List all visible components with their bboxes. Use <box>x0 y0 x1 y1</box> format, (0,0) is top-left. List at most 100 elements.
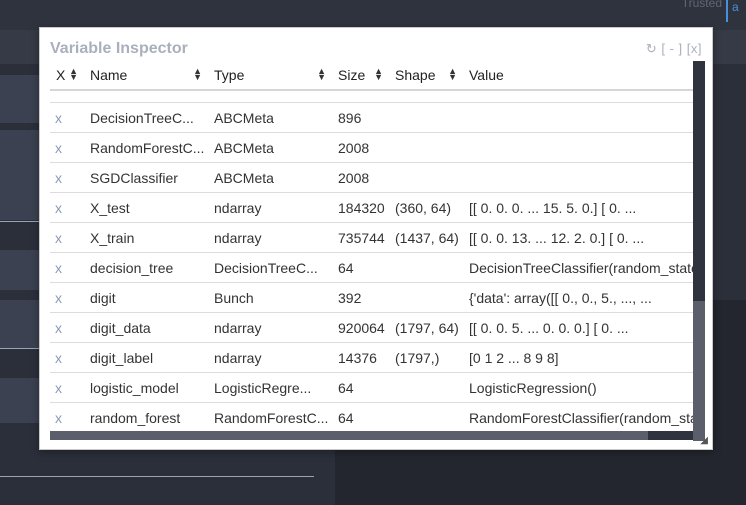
variable-value-cell: [0 1 2 ... 8 9 8] <box>463 342 693 373</box>
variable-name-cell: DecisionTreeC... <box>84 102 208 133</box>
vertical-scrollbar[interactable] <box>693 61 705 441</box>
delete-variable-button[interactable]: x <box>50 192 84 223</box>
delete-variable-button[interactable]: x <box>50 252 84 283</box>
table-row: x SGDClassifier ABCMeta 2008 <box>50 162 693 193</box>
variable-size-cell: 64 <box>332 372 389 403</box>
variable-value-cell: [[ 0. 0. 5. ... 0. 0. 0.] [ 0. ... <box>463 312 693 343</box>
variable-name-cell: RandomForestC... <box>84 132 208 163</box>
variable-type-cell: LogisticRegre... <box>208 372 332 403</box>
notebook-cell[interactable] <box>0 130 40 220</box>
delete-variable-button[interactable]: x <box>50 162 84 193</box>
sort-icon: ▲ ▼ <box>69 66 78 82</box>
variable-type-cell: ndarray <box>208 312 332 343</box>
variable-name-cell: digit <box>84 282 208 313</box>
variable-size-cell: 64 <box>332 402 389 431</box>
sort-icon: ▲ ▼ <box>193 66 202 82</box>
delete-variable-button[interactable]: x <box>50 312 84 343</box>
notebook-cell[interactable] <box>0 378 40 423</box>
variable-table-container[interactable]: X ▲ ▼ Name ▲ ▼ Type ▲ ▼ Size ▲ ▼ Shape ▲ ▼ Value x… <box>50 61 693 431</box>
notebook-cell[interactable] <box>0 250 40 290</box>
variable-value-cell: LogisticRegression() <box>463 372 693 403</box>
column-header-shape[interactable]: Shape ▲ ▼ <box>389 61 463 91</box>
table-row: x X_test ndarray 184320 (360, 64)[[ 0. 0. 0.… <box>50 192 693 223</box>
variable-type-cell: ABCMeta <box>208 132 332 163</box>
variable-size-cell: 2008 <box>332 162 389 193</box>
refresh-icon[interactable]: ↻ <box>646 41 657 56</box>
cell-divider <box>0 348 40 349</box>
table-row: x logistic_model LogisticRegre... 64 Logisti… <box>50 372 693 403</box>
close-button[interactable]: [x] <box>687 41 702 56</box>
delete-variable-button[interactable]: x <box>50 102 84 133</box>
column-header-name[interactable]: Name ▲ ▼ <box>84 61 208 91</box>
variable-shape-cell <box>389 132 463 163</box>
variable-value-cell: DecisionTreeClassifier(random_state <box>463 252 693 283</box>
variable-shape-cell <box>389 372 463 403</box>
table-row: x RandomForestC... ABCMeta 2008 <box>50 132 693 163</box>
variable-name-cell: digit_data <box>84 312 208 343</box>
vertical-scrollbar-thumb[interactable] <box>693 61 705 301</box>
variable-type-cell: ABCMeta <box>208 162 332 193</box>
sort-icon: ▲ ▼ <box>448 66 457 82</box>
delete-variable-button[interactable]: x <box>50 342 84 373</box>
delete-variable-button[interactable]: x <box>50 132 84 163</box>
minimize-button[interactable]: [ - ] <box>661 41 682 56</box>
variable-name-cell: X_test <box>84 192 208 223</box>
variable-type-cell: ABCMeta <box>208 102 332 133</box>
horizontal-scrollbar[interactable] <box>50 431 693 440</box>
cell-divider <box>0 476 314 477</box>
variable-name-cell: logistic_model <box>84 372 208 403</box>
trusted-indicator[interactable]: Trusted <box>682 0 722 10</box>
column-header-x[interactable]: X ▲ ▼ <box>50 61 84 91</box>
variable-size-cell: 2008 <box>332 132 389 163</box>
variable-size-cell: 184320 <box>332 192 389 223</box>
table-row: x random_forest RandomForestC... 64 RandomFo… <box>50 402 693 431</box>
kernel-indicator[interactable]: a <box>726 0 746 22</box>
table-row: x digit Bunch 392 {'data': array([[ 0., 0., … <box>50 282 693 313</box>
variable-type-cell: ndarray <box>208 342 332 373</box>
delete-variable-button[interactable]: x <box>50 282 84 313</box>
column-header-type[interactable]: Type ▲ ▼ <box>208 61 332 91</box>
variable-shape-cell <box>389 282 463 313</box>
variable-shape-cell: (1797,) <box>389 342 463 373</box>
variable-size-cell: 392 <box>332 282 389 313</box>
variable-size-cell: 896 <box>332 102 389 133</box>
delete-variable-button[interactable]: x <box>50 402 84 431</box>
variable-name-cell: X_train <box>84 222 208 253</box>
notebook-header: Trusted a <box>0 0 746 30</box>
variable-shape-cell: (1437, 64) <box>389 222 463 253</box>
resize-handle-icon[interactable]: ◢ <box>700 435 708 446</box>
delete-variable-button[interactable]: x <box>50 222 84 253</box>
inspector-controls: ↻ [ - ] [x] <box>646 41 702 57</box>
variable-size-cell: 14376 <box>332 342 389 373</box>
table-row: x decision_tree DecisionTreeC... 64 Decision… <box>50 252 693 283</box>
variable-name-cell: SGDClassifier <box>84 162 208 193</box>
table-row: x digit_data ndarray 920064 (1797, 64)[[ 0. … <box>50 312 693 343</box>
delete-variable-button[interactable]: x <box>50 372 84 403</box>
variable-type-cell: RandomForestC... <box>208 402 332 431</box>
variable-value-cell: [[ 0. 0. 0. ... 15. 5. 0.] [ 0. ... <box>463 192 693 223</box>
variable-table: X ▲ ▼ Name ▲ ▼ Type ▲ ▼ Size ▲ ▼ Shape ▲ ▼ Value x… <box>50 61 693 431</box>
variable-value-cell <box>463 162 693 193</box>
variable-value-cell <box>463 102 693 133</box>
inspector-title: Variable Inspector <box>50 40 188 57</box>
column-header-size[interactable]: Size ▲ ▼ <box>332 61 389 91</box>
variable-shape-cell <box>389 102 463 133</box>
sort-icon: ▲ ▼ <box>374 66 383 82</box>
horizontal-scrollbar-thumb[interactable] <box>50 431 648 440</box>
notebook-cell[interactable] <box>0 300 40 348</box>
notebook-cell[interactable] <box>0 75 40 123</box>
variable-size-cell: 735744 <box>332 222 389 253</box>
table-row: x DecisionTreeC... ABCMeta 896 <box>50 102 693 133</box>
variable-name-cell: digit_label <box>84 342 208 373</box>
column-header-value[interactable]: Value <box>463 61 693 91</box>
variable-value-cell: {'data': array([[ 0., 0., 5., ..., ... <box>463 282 693 313</box>
variable-shape-cell: (1797, 64) <box>389 312 463 343</box>
variable-inspector-window[interactable]: Variable Inspector ↻ [ - ] [x] X ▲ ▼ Name ▲… <box>39 27 713 450</box>
variable-shape-cell <box>389 402 463 431</box>
table-row: x X_train ndarray 735744 (1437, 64)[[ 0. 0. … <box>50 222 693 253</box>
variable-type-cell: ndarray <box>208 222 332 253</box>
variable-name-cell: decision_tree <box>84 252 208 283</box>
variable-shape-cell <box>389 252 463 283</box>
variable-shape-cell <box>389 162 463 193</box>
variable-shape-cell: (360, 64) <box>389 192 463 223</box>
